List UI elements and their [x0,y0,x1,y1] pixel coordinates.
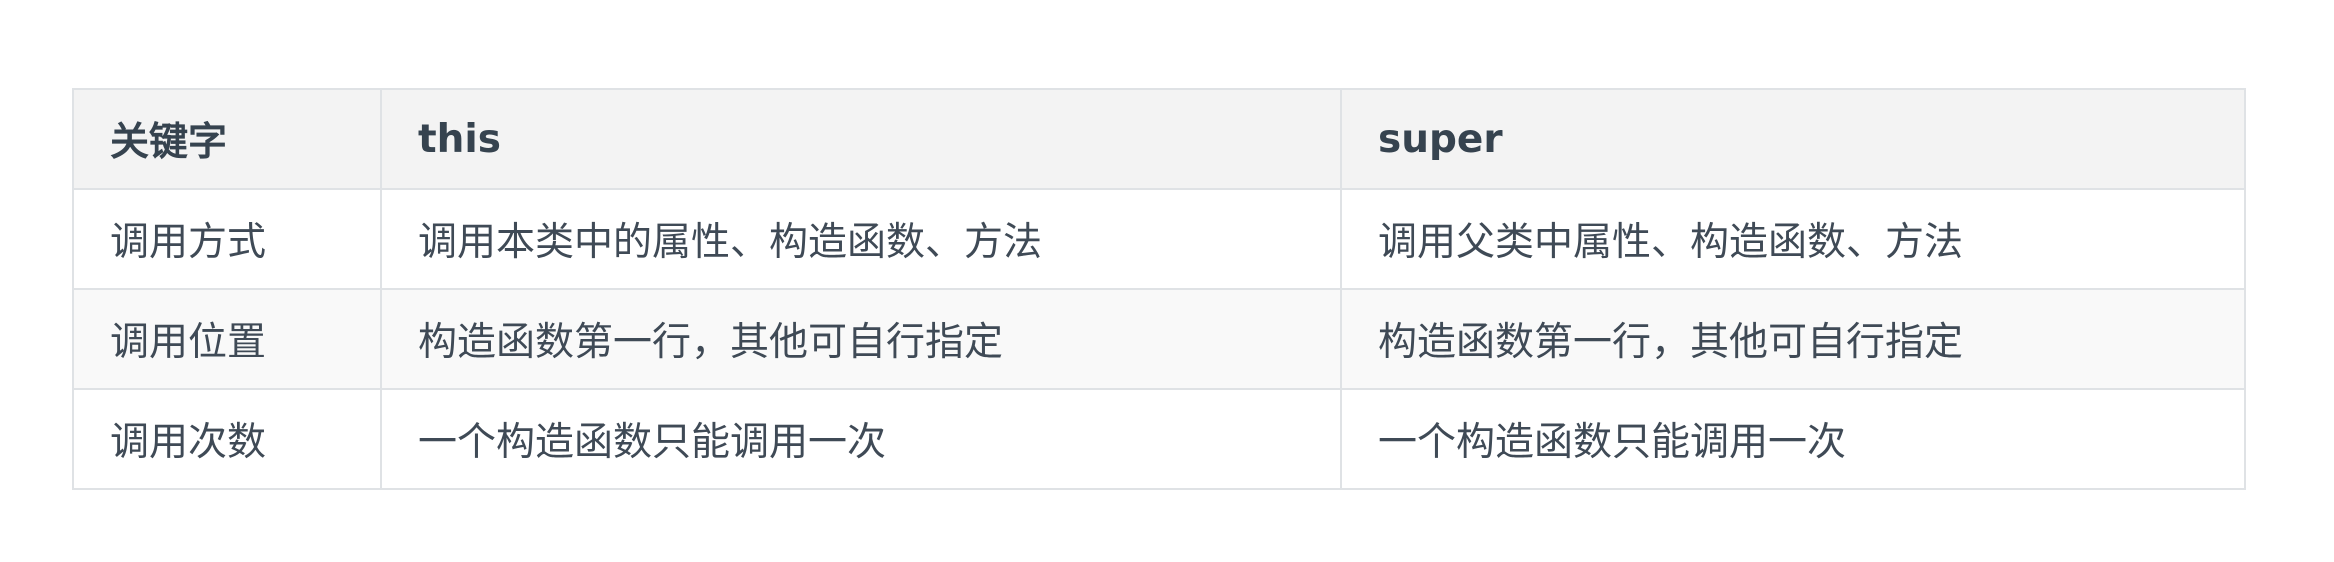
table-row: 调用位置 构造函数第一行，其他可自行指定 构造函数第一行，其他可自行指定 [72,288,2246,390]
this-cell: 构造函数第一行，其他可自行指定 [380,288,1342,390]
header-cell-keyword: 关键字 [72,88,382,190]
this-cell: 调用本类中的属性、构造函数、方法 [380,188,1342,290]
header-cell-this: this [380,88,1342,190]
table-body: 调用方式 调用本类中的属性、构造函数、方法 调用父类中属性、构造函数、方法 调用… [72,188,2246,490]
super-cell: 调用父类中属性、构造函数、方法 [1340,188,2246,290]
table-header: 关键字 this super [72,88,2246,190]
table-row: 调用次数 一个构造函数只能调用一次 一个构造函数只能调用一次 [72,388,2246,490]
comparison-table: 关键字 this super 调用方式 调用本类中的属性、构造函数、方法 调用父… [72,88,2246,490]
comparison-table-container: 关键字 this super 调用方式 调用本类中的属性、构造函数、方法 调用父… [72,88,2246,490]
row-label-cell: 调用次数 [72,388,382,490]
super-cell: 一个构造函数只能调用一次 [1340,388,2246,490]
header-row: 关键字 this super [72,88,2246,190]
header-cell-super: super [1340,88,2246,190]
row-label-cell: 调用位置 [72,288,382,390]
this-cell: 一个构造函数只能调用一次 [380,388,1342,490]
row-label-cell: 调用方式 [72,188,382,290]
super-cell: 构造函数第一行，其他可自行指定 [1340,288,2246,390]
table-row: 调用方式 调用本类中的属性、构造函数、方法 调用父类中属性、构造函数、方法 [72,188,2246,290]
